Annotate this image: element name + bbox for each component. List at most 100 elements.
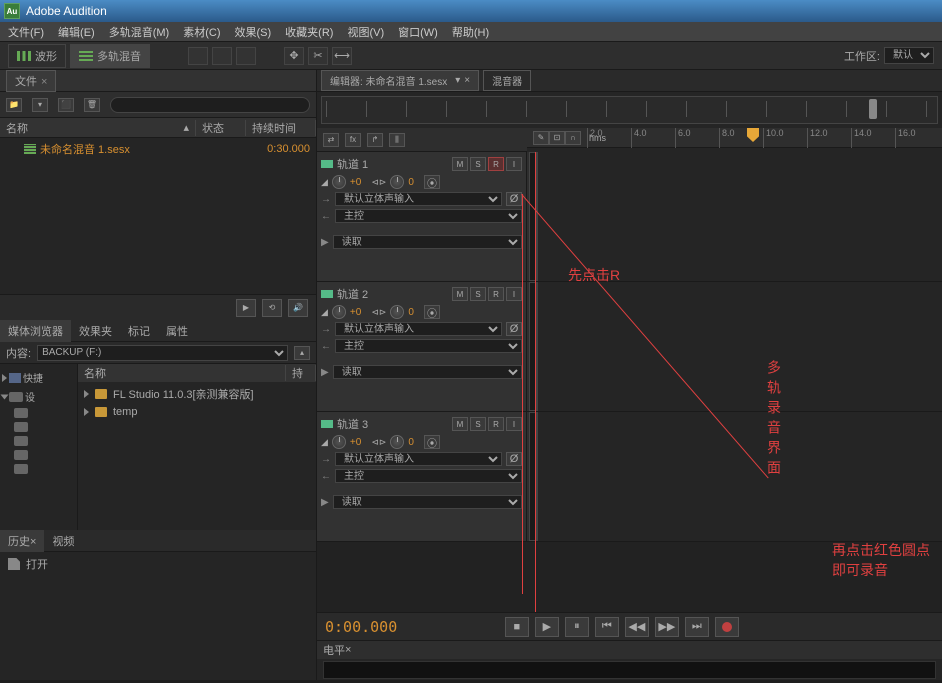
tree-drive[interactable] [2, 448, 75, 462]
toggle-button[interactable]: ⇄ [323, 133, 339, 147]
mb-col-name[interactable]: 名称 [78, 365, 286, 381]
menu-edit[interactable]: 编辑(E) [58, 24, 95, 40]
mute-button[interactable]: M [452, 287, 468, 301]
mute-button[interactable]: M [452, 417, 468, 431]
tree-drive[interactable] [2, 420, 75, 434]
track-content[interactable] [537, 282, 942, 411]
new-button[interactable]: ▾ [32, 98, 48, 112]
go-start-button[interactable]: ⏮ [595, 617, 619, 637]
track-name[interactable]: 轨道 2 [337, 286, 368, 302]
volume-knob[interactable] [332, 435, 346, 449]
ruler-tool-2[interactable]: ⊡ [549, 131, 565, 145]
mute-button[interactable]: M [452, 157, 468, 171]
path-select[interactable]: BACKUP (F:) [37, 345, 288, 361]
input-monitor-button[interactable]: ⦿ [424, 435, 440, 449]
menu-file[interactable]: 文件(F) [8, 24, 44, 40]
loop-button[interactable]: ⟲ [262, 299, 282, 317]
play-button[interactable]: ▶ [236, 299, 256, 317]
tool-button-3[interactable] [236, 47, 256, 65]
output-select[interactable]: 主控 [335, 339, 522, 353]
menu-help[interactable]: 帮助(H) [452, 24, 489, 40]
file-row[interactable]: 未命名混音 1.sesx 0:30.000 [0, 138, 316, 160]
track-content[interactable] [537, 412, 942, 541]
play-button[interactable]: ▶ [535, 617, 559, 637]
record-arm-button[interactable]: R [488, 157, 504, 171]
menu-multitrack[interactable]: 多轨混音(M) [109, 24, 170, 40]
input-select[interactable]: 默认立体声输入 [335, 192, 502, 206]
tab-history[interactable]: 历史× [0, 530, 44, 552]
up-button[interactable]: ▴ [294, 346, 310, 360]
tab-video[interactable]: 视频 [44, 530, 82, 552]
workspace-select[interactable]: 默认 [884, 47, 934, 64]
input-monitor-button[interactable]: ⦿ [424, 175, 440, 189]
close-icon[interactable]: × [30, 536, 36, 548]
monitor-button[interactable]: I [506, 157, 522, 171]
automation-select[interactable]: 读取 [333, 235, 522, 249]
autoplay-button[interactable]: 🔊 [288, 299, 308, 317]
input-select[interactable]: 默认立体声输入 [335, 322, 502, 336]
tree-drive[interactable] [2, 434, 75, 448]
track-name[interactable]: 轨道 1 [337, 156, 368, 172]
menu-clip[interactable]: 素材(C) [183, 24, 220, 40]
output-select[interactable]: 主控 [335, 209, 522, 223]
tab-properties[interactable]: 属性 [158, 320, 196, 342]
files-tab[interactable]: 文件× [6, 70, 56, 92]
menu-view[interactable]: 视图(V) [347, 24, 384, 40]
pan-knob[interactable] [390, 175, 404, 189]
forward-button[interactable]: ▶▶ [655, 617, 679, 637]
multitrack-mode-button[interactable]: 多轨混音 [70, 44, 150, 68]
menu-favorites[interactable]: 收藏夹(R) [285, 24, 333, 40]
monitor-button[interactable]: I [506, 417, 522, 431]
cut-tool[interactable]: ✂ [308, 47, 328, 65]
tree-devices[interactable]: 设 [2, 387, 75, 406]
col-status[interactable]: 状态 [196, 120, 246, 136]
output-select[interactable]: 主控 [335, 469, 522, 483]
menu-window[interactable]: 窗口(W) [398, 24, 438, 40]
automation-select[interactable]: 读取 [333, 495, 522, 509]
col-name[interactable]: 名称▴ [0, 120, 196, 136]
history-item[interactable]: 打开 [0, 552, 316, 576]
time-ruler[interactable]: ✎ ⊡ ∩ hms 2.0 4.0 6.0 8.0 10.0 12.0 14.0… [527, 128, 942, 148]
record-arm-button[interactable]: R [488, 417, 504, 431]
mb-folder-row[interactable]: temp [78, 404, 316, 420]
record-button[interactable] [715, 617, 739, 637]
solo-button[interactable]: S [470, 417, 486, 431]
pan-knob[interactable] [390, 305, 404, 319]
stereo-button[interactable]: Ø [506, 322, 522, 336]
record-arm-button[interactable]: R [488, 287, 504, 301]
tree-drive[interactable] [2, 462, 75, 476]
stereo-button[interactable]: Ø [506, 192, 522, 206]
close-icon[interactable]: × [41, 76, 47, 88]
stereo-button[interactable]: Ø [506, 452, 522, 466]
volume-knob[interactable] [332, 305, 346, 319]
tool-button-1[interactable] [188, 47, 208, 65]
mb-folder-row[interactable]: FL Studio 11.0.3[亲测兼容版] [78, 384, 316, 404]
tree-drive[interactable] [2, 406, 75, 420]
timeline-overview[interactable] [321, 96, 938, 124]
tab-effects-rack[interactable]: 效果夹 [71, 320, 120, 342]
rewind-button[interactable]: ◀◀ [625, 617, 649, 637]
overview-handle[interactable] [869, 99, 877, 119]
solo-button[interactable]: S [470, 287, 486, 301]
timecode[interactable]: 0:00.000 [325, 618, 397, 636]
mixer-tab[interactable]: 混音器 [483, 70, 531, 91]
send-button[interactable]: ↱ [367, 133, 383, 147]
track-content[interactable] [537, 152, 942, 281]
input-select[interactable]: 默认立体声输入 [335, 452, 502, 466]
mb-col-dur[interactable]: 持 [286, 365, 316, 381]
search-input[interactable] [110, 97, 310, 113]
go-end-button[interactable]: ⏭ [685, 617, 709, 637]
level-tab[interactable]: 电平 [323, 642, 345, 658]
tab-media-browser[interactable]: 媒体浏览器 [0, 320, 71, 342]
monitor-button[interactable]: I [506, 287, 522, 301]
record-button[interactable]: ⬛ [58, 98, 74, 112]
col-duration[interactable]: 持续时间 [246, 120, 316, 136]
ruler-tool-1[interactable]: ✎ [533, 131, 549, 145]
delete-button[interactable]: 🗑 [84, 98, 100, 112]
tab-markers[interactable]: 标记 [120, 320, 158, 342]
eq-button[interactable]: ⫼ [389, 133, 405, 147]
track-name[interactable]: 轨道 3 [337, 416, 368, 432]
tool-button-2[interactable] [212, 47, 232, 65]
volume-knob[interactable] [332, 175, 346, 189]
solo-button[interactable]: S [470, 157, 486, 171]
